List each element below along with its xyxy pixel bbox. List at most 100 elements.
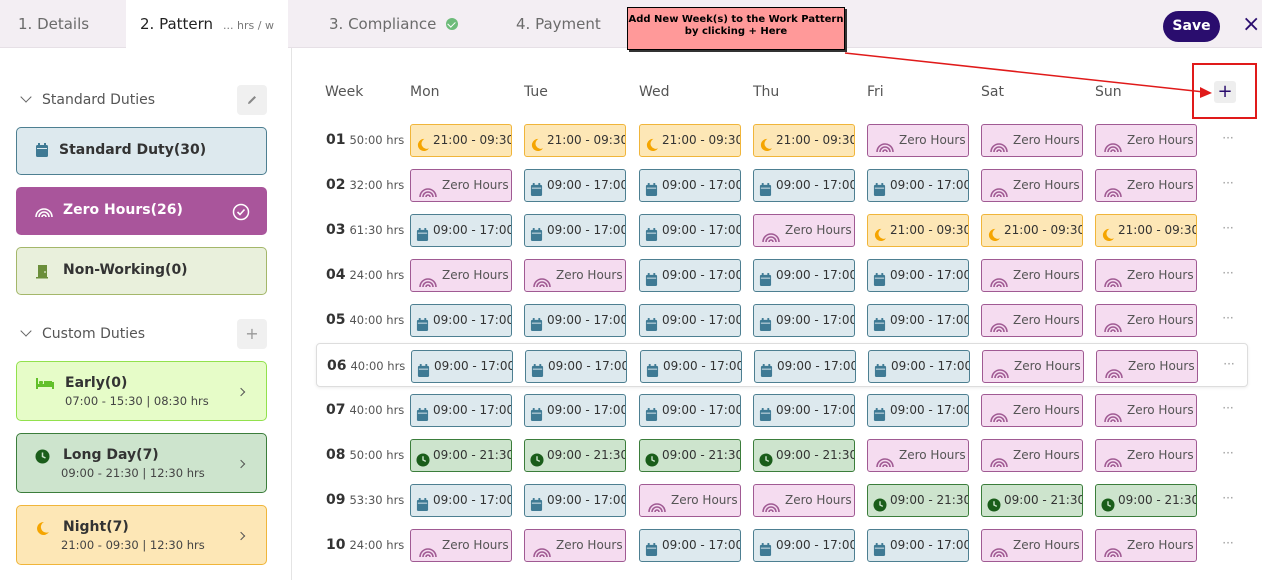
duty-cell[interactable]: Zero Hours [981, 394, 1083, 427]
more-options-icon[interactable]: ··· [1220, 175, 1236, 191]
more-options-icon[interactable]: ··· [1221, 356, 1237, 372]
more-options-icon[interactable]: ··· [1220, 130, 1236, 146]
duty-cell[interactable]: 21:00 - 09:30 [753, 124, 855, 157]
duty-cell[interactable]: 09:00 - 17:00 [411, 350, 513, 383]
duty-cell[interactable]: 09:00 - 17:00 [867, 169, 969, 202]
duty-cell[interactable]: 09:00 - 17:00 [867, 394, 969, 427]
duty-cell[interactable]: 21:00 - 09:30 [867, 214, 969, 247]
more-options-icon[interactable]: ··· [1220, 400, 1236, 416]
duty-cell[interactable]: 09:00 - 21:30 [410, 439, 512, 472]
tab-pattern[interactable]: 2. Pattern ... hrs / w [126, 0, 288, 48]
duty-zero-hours[interactable]: Zero Hours(26) [16, 187, 267, 235]
more-options-icon[interactable]: ··· [1220, 310, 1236, 326]
duty-cell[interactable]: Zero Hours [1095, 304, 1197, 337]
week-row[interactable]: 09 53:30 hrs 09:00 - 17:00 09:00 - 17:00 Zer… [316, 478, 1248, 522]
duty-cell[interactable]: 09:00 - 17:00 [639, 259, 741, 292]
duty-cell[interactable]: 09:00 - 17:00 [639, 214, 741, 247]
week-row[interactable]: 02 32:00 hrs Zero Hours 09:00 - 17:00 09:00 … [316, 163, 1248, 207]
duty-cell[interactable]: 09:00 - 17:00 [753, 259, 855, 292]
duty-cell[interactable]: Zero Hours [981, 439, 1083, 472]
duty-cell[interactable]: 21:00 - 09:30 [1095, 214, 1197, 247]
duty-cell[interactable]: Zero Hours [524, 529, 626, 562]
close-icon[interactable]: × [1242, 10, 1260, 40]
duty-cell[interactable]: 09:00 - 17:00 [753, 394, 855, 427]
duty-long-day[interactable]: Long Day(7) 09:00 - 21:30 | 12:30 hrs [16, 433, 267, 493]
duty-cell[interactable]: Zero Hours [1096, 350, 1198, 383]
duty-cell[interactable]: 09:00 - 21:30 [639, 439, 741, 472]
duty-cell[interactable]: 09:00 - 21:30 [753, 439, 855, 472]
duty-cell[interactable]: 09:00 - 17:00 [524, 484, 626, 517]
duty-cell[interactable]: 09:00 - 21:30 [867, 484, 969, 517]
duty-cell[interactable]: Zero Hours [524, 259, 626, 292]
add-custom-duty-button[interactable]: + [237, 319, 267, 349]
week-row[interactable]: 10 24:00 hrs Zero Hours Zero Hours 09:00 - 1… [316, 523, 1248, 567]
duty-cell[interactable]: 09:00 - 17:00 [639, 169, 741, 202]
duty-cell[interactable]: 09:00 - 17:00 [410, 394, 512, 427]
duty-cell[interactable]: Zero Hours [981, 304, 1083, 337]
duty-cell[interactable]: 09:00 - 17:00 [410, 304, 512, 337]
more-options-icon[interactable]: ··· [1220, 265, 1236, 281]
duty-cell[interactable]: 09:00 - 17:00 [753, 304, 855, 337]
duty-cell[interactable]: Zero Hours [981, 124, 1083, 157]
duty-cell[interactable]: Zero Hours [410, 529, 512, 562]
duty-cell[interactable]: Zero Hours [753, 484, 855, 517]
duty-cell[interactable]: 21:00 - 09:30 [981, 214, 1083, 247]
week-row[interactable]: 05 40:00 hrs 09:00 - 17:00 09:00 - 17:00 09:… [316, 298, 1248, 342]
week-row[interactable]: 04 24:00 hrs Zero Hours Zero Hours 09:00 - 1… [316, 253, 1248, 297]
duty-cell[interactable]: Zero Hours [1095, 124, 1197, 157]
duty-cell[interactable]: 09:00 - 21:30 [1095, 484, 1197, 517]
more-options-icon[interactable]: ··· [1220, 445, 1236, 461]
standard-duties-header[interactable]: Standard Duties [20, 91, 155, 108]
duty-early[interactable]: Early(0) 07:00 - 15:30 | 08:30 hrs [16, 361, 267, 421]
duty-cell[interactable]: Zero Hours [982, 350, 1084, 383]
duty-cell[interactable]: Zero Hours [1095, 394, 1197, 427]
duty-cell[interactable]: 09:00 - 21:30 [981, 484, 1083, 517]
duty-night[interactable]: Night(7) 21:00 - 09:30 | 12:30 hrs [16, 505, 267, 565]
duty-cell[interactable]: 09:00 - 21:30 [524, 439, 626, 472]
duty-cell[interactable]: 09:00 - 17:00 [524, 304, 626, 337]
duty-cell[interactable]: 09:00 - 17:00 [639, 529, 741, 562]
edit-button[interactable] [237, 85, 267, 115]
week-row[interactable]: 03 61:30 hrs 09:00 - 17:00 09:00 - 17:00 09:… [316, 208, 1248, 252]
duty-cell[interactable]: 09:00 - 17:00 [524, 214, 626, 247]
duty-cell[interactable]: Zero Hours [1095, 529, 1197, 562]
duty-cell[interactable]: Zero Hours [981, 529, 1083, 562]
more-options-icon[interactable]: ··· [1220, 220, 1236, 236]
week-row[interactable]: 01 50:00 hrs 21:00 - 09:30 21:00 - 09:30 21:… [316, 118, 1248, 162]
week-row[interactable]: 06 40:00 hrs 09:00 - 17:00 09:00 - 17:00 09:… [316, 343, 1248, 387]
duty-cell[interactable]: 09:00 - 17:00 [753, 529, 855, 562]
more-options-icon[interactable]: ··· [1220, 490, 1236, 506]
duty-cell[interactable]: Zero Hours [867, 124, 969, 157]
duty-cell[interactable]: Zero Hours [1095, 169, 1197, 202]
duty-cell[interactable]: Zero Hours [1095, 439, 1197, 472]
duty-standard[interactable]: Standard Duty(30) [16, 127, 267, 175]
duty-cell[interactable]: 09:00 - 17:00 [753, 169, 855, 202]
duty-cell[interactable]: 09:00 - 17:00 [868, 350, 970, 383]
week-row[interactable]: 08 50:00 hrs 09:00 - 21:30 09:00 - 21:30 09:… [316, 433, 1248, 477]
add-week-button[interactable]: + [1214, 81, 1236, 103]
duty-cell[interactable]: Zero Hours [981, 259, 1083, 292]
duty-cell[interactable]: 09:00 - 17:00 [754, 350, 856, 383]
save-button[interactable]: Save [1163, 11, 1220, 42]
duty-cell[interactable]: Zero Hours [410, 259, 512, 292]
tab-compliance[interactable]: 3. Compliance [329, 0, 469, 48]
duty-cell[interactable]: Zero Hours [1095, 259, 1197, 292]
tab-payment[interactable]: 4. Payment [516, 0, 616, 48]
duty-cell[interactable]: 09:00 - 17:00 [867, 529, 969, 562]
duty-cell[interactable]: 09:00 - 17:00 [524, 169, 626, 202]
custom-duties-header[interactable]: Custom Duties [20, 325, 145, 342]
week-row[interactable]: 07 40:00 hrs 09:00 - 17:00 09:00 - 17:00 09:… [316, 388, 1248, 432]
duty-cell[interactable]: 09:00 - 17:00 [640, 350, 742, 383]
duty-cell[interactable]: 09:00 - 17:00 [525, 350, 627, 383]
tab-details[interactable]: 1. Details [0, 0, 106, 48]
duty-cell[interactable]: 09:00 - 17:00 [524, 394, 626, 427]
duty-cell[interactable]: Zero Hours [410, 169, 512, 202]
duty-cell[interactable]: Zero Hours [867, 439, 969, 472]
duty-cell[interactable]: 21:00 - 09:30 [410, 124, 512, 157]
duty-cell[interactable]: Zero Hours [753, 214, 855, 247]
duty-cell[interactable]: 09:00 - 17:00 [639, 394, 741, 427]
more-options-icon[interactable]: ··· [1220, 535, 1236, 551]
duty-cell[interactable]: 21:00 - 09:30 [639, 124, 741, 157]
duty-cell[interactable]: 09:00 - 17:00 [410, 484, 512, 517]
duty-cell[interactable]: 09:00 - 17:00 [867, 259, 969, 292]
